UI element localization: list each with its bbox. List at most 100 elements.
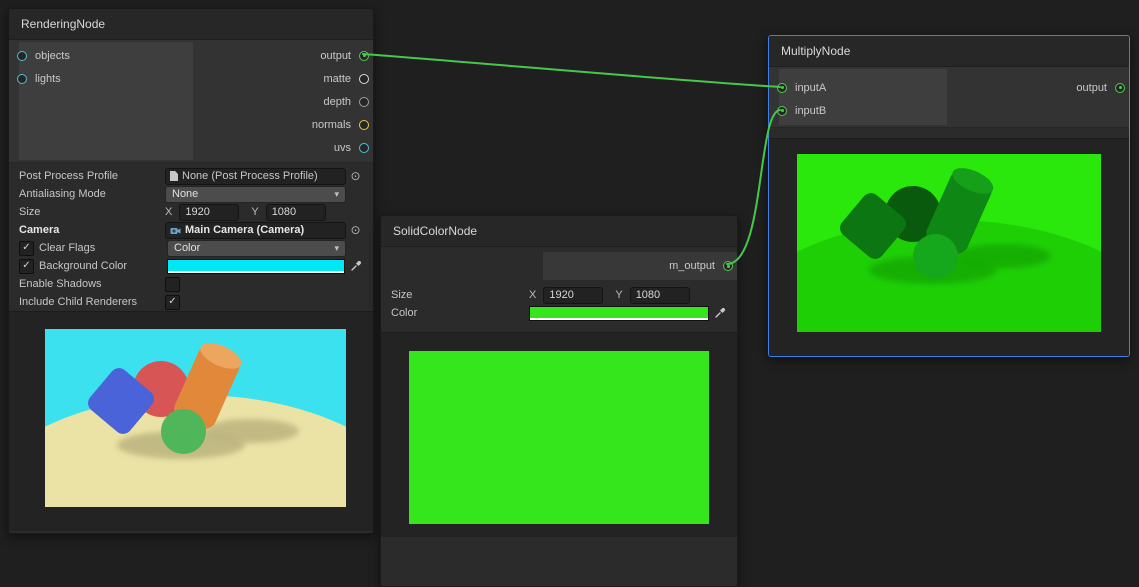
edge-rendering-output-to-multiply-inputA[interactable] bbox=[363, 54, 780, 87]
property-label: Include Child Renderers bbox=[19, 296, 165, 308]
port-output[interactable] bbox=[359, 51, 369, 61]
object-picker-icon[interactable]: ⊙ bbox=[348, 224, 363, 236]
axis-y-label: Y bbox=[251, 206, 258, 218]
multiply-preview-image bbox=[797, 154, 1101, 332]
node-multiply-preview-zone bbox=[769, 138, 1129, 357]
node-rendering-preview-zone bbox=[9, 311, 373, 531]
property-label: Camera bbox=[19, 224, 165, 236]
camera-icon bbox=[170, 226, 181, 235]
preview-front-sphere bbox=[913, 234, 958, 279]
node-solid-color-title[interactable]: SolidColorNode bbox=[381, 216, 737, 247]
node-solid-color-properties: Size X 1920 Y 1080 Color bbox=[381, 280, 737, 322]
property-include-child-renderers: Include Child Renderers ✓ bbox=[19, 293, 363, 311]
port-label: lights bbox=[35, 73, 61, 85]
enable-shadows-checkbox[interactable] bbox=[165, 277, 180, 292]
port-row-depth: depth bbox=[173, 90, 373, 113]
antialiasing-mode-dropdown[interactable]: None ▾ bbox=[165, 186, 346, 203]
property-post-process-profile: Post Process Profile None (Post Process … bbox=[19, 167, 363, 185]
node-solid-color[interactable]: SolidColorNode m_output Size X 1920 Y 10… bbox=[380, 215, 738, 587]
spacer bbox=[769, 128, 1129, 138]
node-multiply-ports: inputA inputB output bbox=[769, 67, 1129, 128]
port-row-lights: lights bbox=[9, 67, 191, 90]
port-depth[interactable] bbox=[359, 97, 369, 107]
property-background-color: ✓ Background Color bbox=[19, 257, 363, 275]
property-label: Enable Shadows bbox=[19, 278, 165, 290]
port-uvs[interactable] bbox=[359, 143, 369, 153]
node-rendering-ports: objects lights output matte depth bbox=[9, 40, 373, 163]
port-label: output bbox=[320, 50, 351, 62]
node-multiply[interactable]: MultiplyNode inputA inputB output bbox=[768, 35, 1130, 357]
node-rendering-properties: Post Process Profile None (Post Process … bbox=[9, 163, 373, 311]
size-y-field[interactable]: 1080 bbox=[266, 204, 326, 221]
size-x-field[interactable]: 1920 bbox=[179, 204, 239, 221]
port-normals[interactable] bbox=[359, 120, 369, 130]
size-x-field[interactable]: 1920 bbox=[543, 287, 603, 304]
node-solid-color-ports: m_output bbox=[381, 252, 737, 280]
background-color-swatch[interactable] bbox=[167, 259, 345, 274]
object-field-value: Main Camera (Camera) bbox=[185, 224, 304, 236]
alpha-bar bbox=[168, 271, 344, 273]
port-row-normals: normals bbox=[173, 113, 373, 136]
property-label: Size bbox=[19, 206, 165, 218]
port-output[interactable] bbox=[1115, 83, 1125, 93]
node-rendering-title[interactable]: RenderingNode bbox=[9, 9, 373, 40]
port-row-inputA: inputA bbox=[769, 76, 949, 99]
clear-flags-checkbox[interactable]: ✓ bbox=[19, 241, 34, 256]
preview-shadow bbox=[955, 244, 1051, 268]
color-swatch[interactable] bbox=[529, 306, 709, 321]
port-row-output: output bbox=[173, 44, 373, 67]
property-clear-flags: ✓ Clear Flags Color ▾ bbox=[19, 239, 363, 257]
port-matte[interactable] bbox=[359, 74, 369, 84]
include-child-renderers-checkbox[interactable]: ✓ bbox=[165, 295, 180, 310]
chevron-down-icon: ▾ bbox=[334, 243, 339, 254]
preview-green-sphere bbox=[161, 409, 206, 454]
property-label: Background Color bbox=[39, 260, 167, 272]
property-camera: Camera Main Camera (Camera) ⊙ bbox=[19, 221, 363, 239]
port-row-objects: objects bbox=[9, 44, 191, 67]
preview-shadow bbox=[203, 419, 299, 443]
property-antialiasing-mode: Antialiasing Mode None ▾ bbox=[19, 185, 363, 203]
port-row-output: output bbox=[931, 76, 1129, 99]
background-color-checkbox[interactable]: ✓ bbox=[19, 259, 34, 274]
property-enable-shadows: Enable Shadows bbox=[19, 275, 363, 293]
port-label: inputB bbox=[795, 105, 826, 117]
port-row-inputB: inputB bbox=[769, 99, 949, 122]
port-label: m_output bbox=[669, 260, 715, 272]
axis-x-label: X bbox=[529, 289, 536, 301]
eyedropper-icon[interactable] bbox=[713, 307, 727, 319]
clear-flags-dropdown[interactable]: Color ▾ bbox=[167, 240, 346, 257]
port-label: depth bbox=[323, 96, 351, 108]
property-label: Color bbox=[391, 307, 529, 319]
port-label: objects bbox=[35, 50, 70, 62]
node-multiply-title[interactable]: MultiplyNode bbox=[769, 36, 1129, 67]
port-label: uvs bbox=[334, 142, 351, 154]
node-rendering[interactable]: RenderingNode objects lights output bbox=[8, 8, 374, 534]
camera-field[interactable]: Main Camera (Camera) bbox=[165, 222, 346, 239]
eyedropper-icon[interactable] bbox=[349, 260, 363, 272]
port-connected-dot bbox=[1119, 86, 1122, 89]
size-y-field[interactable]: 1080 bbox=[630, 287, 690, 304]
chevron-down-icon: ▾ bbox=[334, 189, 339, 200]
port-objects[interactable] bbox=[17, 51, 27, 61]
dropdown-value: None bbox=[172, 188, 334, 200]
node-graph-canvas[interactable]: RenderingNode objects lights output bbox=[0, 0, 1139, 548]
document-icon bbox=[170, 171, 178, 181]
check-icon: ✓ bbox=[22, 243, 30, 253]
port-row-uvs: uvs bbox=[173, 136, 373, 159]
port-row-matte: matte bbox=[173, 67, 373, 90]
property-label: Antialiasing Mode bbox=[19, 188, 165, 200]
post-process-profile-field[interactable]: None (Post Process Profile) bbox=[165, 168, 346, 185]
rendering-preview-image bbox=[45, 329, 346, 507]
axis-x-label: X bbox=[165, 206, 172, 218]
port-label: inputA bbox=[795, 82, 826, 94]
property-size: Size X 1920 Y 1080 bbox=[391, 286, 727, 304]
property-color: Color bbox=[391, 304, 727, 322]
object-picker-icon[interactable]: ⊙ bbox=[348, 170, 363, 182]
property-label: Size bbox=[391, 289, 529, 301]
check-icon: ✓ bbox=[22, 261, 30, 271]
port-lights[interactable] bbox=[17, 74, 27, 84]
port-label: output bbox=[1076, 82, 1107, 94]
alpha-bar bbox=[530, 318, 708, 320]
solid-color-preview-image bbox=[409, 351, 709, 524]
check-icon: ✓ bbox=[168, 297, 176, 307]
